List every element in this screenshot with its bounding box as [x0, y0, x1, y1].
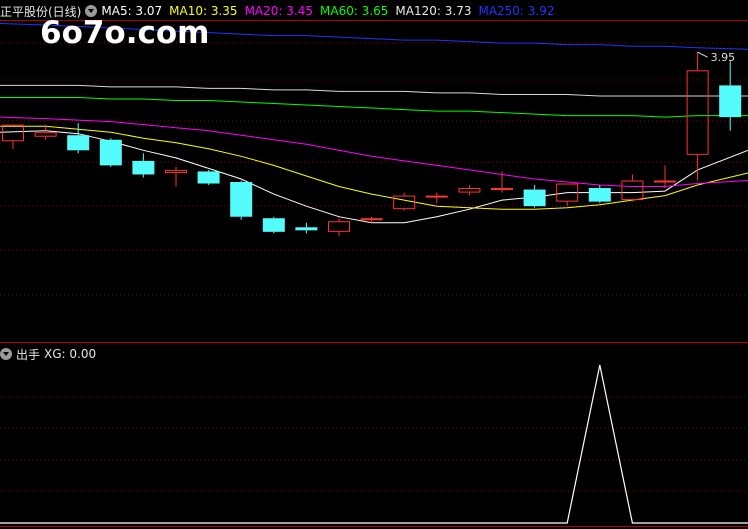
- candle-body: [588, 188, 611, 202]
- ma-line-ma120: [0, 84, 748, 97]
- high-pointer: [697, 51, 708, 58]
- high-price-label: 3.95: [711, 51, 736, 64]
- candle-0: [2, 124, 24, 149]
- xg-legend-item-0: XG: 0.00: [44, 347, 97, 361]
- candle-body: [197, 171, 220, 184]
- candle-body: [425, 195, 448, 198]
- candle-8: [262, 216, 285, 234]
- ma-legend-item-3: MA60: 3.65: [320, 4, 389, 18]
- candle-body: [719, 85, 742, 118]
- ma-legend-item-4: MA120: 3.73: [395, 4, 472, 18]
- candle-6: [197, 169, 220, 186]
- candle-18: [588, 185, 611, 204]
- candle-2: [67, 123, 90, 154]
- candle-body: [34, 132, 57, 137]
- candle-body: [165, 169, 187, 173]
- candle-5: [165, 166, 187, 187]
- candle-body: [328, 221, 350, 232]
- candle-15: [491, 171, 513, 193]
- candle-13: [425, 192, 448, 204]
- candle-body: [360, 218, 383, 221]
- candle-body: [458, 188, 481, 193]
- candle-4: [132, 153, 155, 178]
- indicator-legend: XG: 0.00: [44, 347, 103, 361]
- candle-body: [523, 189, 546, 207]
- candle-17: [556, 183, 579, 207]
- indicator-title: 出手: [16, 347, 41, 362]
- candle-7: [230, 180, 253, 220]
- chart-canvas: 3.95: [0, 20, 748, 527]
- candle-19: [621, 174, 644, 202]
- high-price-annotation: 3.95: [697, 51, 736, 64]
- candle-3: [99, 138, 122, 167]
- ma-legend-item-2: MA20: 3.45: [244, 4, 313, 18]
- candle-body: [2, 124, 24, 142]
- ma-line-ma60: [0, 97, 748, 118]
- sub-panel-header: 出手 XG: 0.00: [0, 344, 103, 364]
- candle-body: [393, 195, 416, 210]
- candle-10: [328, 218, 350, 237]
- candle-9: [295, 222, 318, 234]
- ma-line-ma10: [0, 125, 748, 210]
- ma-legend-item-5: MA250: 3.92: [478, 4, 555, 18]
- candlestick-series: [2, 52, 742, 237]
- candle-body: [230, 182, 253, 217]
- chevron-down-icon[interactable]: [0, 348, 12, 360]
- candle-body: [67, 135, 90, 151]
- candle-body: [132, 160, 155, 175]
- candle-body: [621, 180, 644, 201]
- watermark-text: 6o7o.com: [40, 15, 210, 51]
- candle-body: [262, 218, 285, 232]
- candle-body: [654, 180, 676, 183]
- candle-22: [719, 61, 742, 131]
- sub-panel-grid: [0, 396, 748, 527]
- moving-average-lines: [0, 23, 748, 224]
- xg-indicator-line: [0, 364, 748, 524]
- candle-body: [491, 188, 513, 191]
- xg-polyline: [0, 364, 748, 524]
- candle-body: [295, 227, 318, 231]
- candle-16: [523, 185, 546, 208]
- candle-body: [99, 139, 122, 166]
- candle-body: [686, 70, 709, 155]
- candle-14: [458, 185, 481, 196]
- candle-20: [654, 165, 676, 189]
